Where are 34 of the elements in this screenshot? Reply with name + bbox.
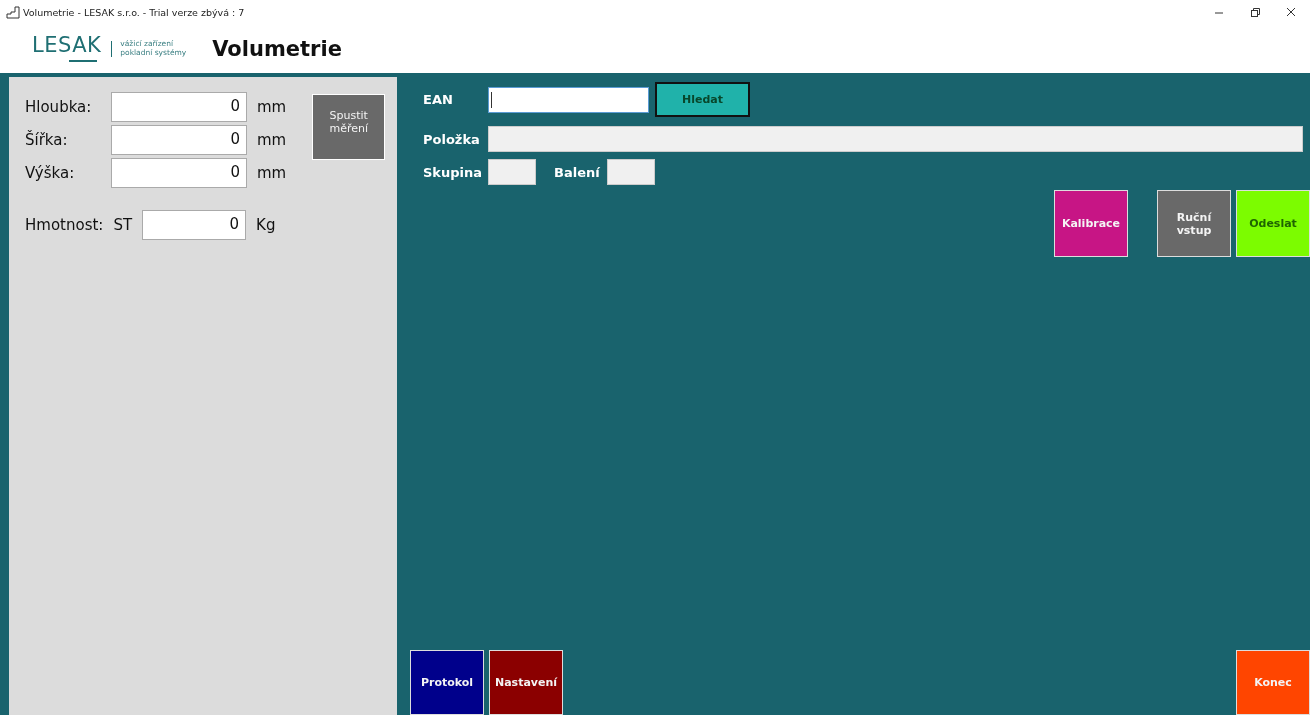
app-title: Volumetrie <box>212 36 342 61</box>
tile-button[interactable]: Odeslat <box>1236 190 1310 257</box>
field-label: Šířka: <box>25 131 69 149</box>
field-label: Skupina <box>423 164 484 180</box>
unit-label: Kg <box>256 216 276 234</box>
restore-icon[interactable] <box>1250 7 1260 17</box>
window-title: Volumetrie - LESAK s.r.o. - Trial verze zbývá : 7 <box>23 6 245 18</box>
app-icon <box>6 5 20 19</box>
scale-label: ST <box>113 216 133 234</box>
field-label: Položka <box>423 131 481 147</box>
input-field[interactable]: 0 <box>142 210 247 240</box>
input-field[interactable]: 0 <box>111 125 247 155</box>
input-field[interactable] <box>488 159 536 185</box>
input-field[interactable] <box>488 126 1303 152</box>
unit-label: mm <box>257 164 287 182</box>
unit-label: mm <box>257 98 287 116</box>
field-label: EAN <box>423 92 454 107</box>
tile-button[interactable]: Kalibrace <box>1054 190 1128 257</box>
input-field[interactable] <box>488 86 649 113</box>
tile-button[interactable]: Nastavení <box>489 650 563 715</box>
input-field[interactable] <box>607 159 655 185</box>
input-field[interactable]: 0 <box>111 158 247 188</box>
unit-label: mm <box>257 131 287 149</box>
tile-button[interactable]: Protokol <box>410 650 484 715</box>
tile-button[interactable]: Spustit měření <box>312 94 386 160</box>
logo-text: LESAK <box>32 35 102 56</box>
tile-button[interactable]: Ruční vstup <box>1157 190 1231 257</box>
input-field[interactable]: 0 <box>111 92 247 122</box>
field-label: Výška: <box>25 164 76 182</box>
field-label: Hmotnost: <box>25 216 104 234</box>
close-icon[interactable] <box>1286 7 1296 17</box>
tile-button[interactable]: Hledat <box>655 82 750 117</box>
field-label: Hloubka: <box>25 98 93 116</box>
field-label: Balení <box>554 164 601 180</box>
